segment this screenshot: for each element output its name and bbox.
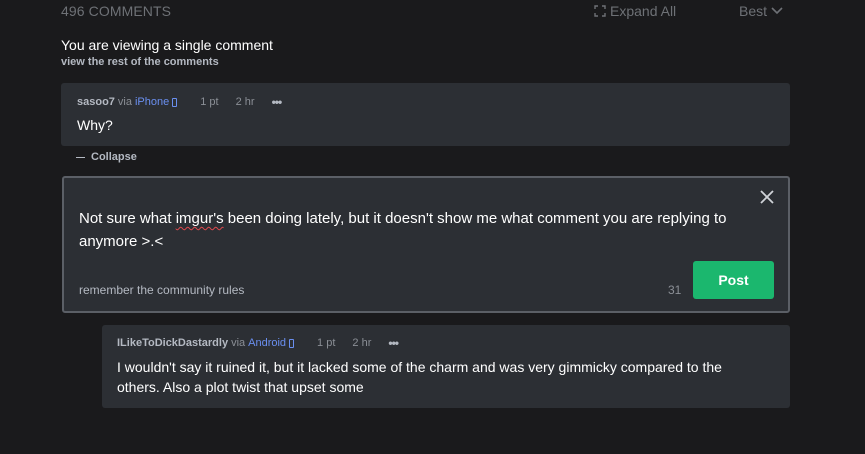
close-icon[interactable] — [759, 189, 775, 205]
collapse-label: Collapse — [91, 151, 137, 163]
comment-meta: sasoo7 via iPhone 1 pt 2 hr ••• — [77, 95, 283, 109]
single-comment-notice: You are viewing a single comment view th… — [61, 37, 273, 69]
expand-icon — [594, 5, 606, 17]
comment-meta: ILikeToDickDastardly via Android 1 pt 2 … — [117, 336, 399, 350]
comment-username[interactable]: sasoo7 — [77, 96, 115, 108]
device-link[interactable]: Android — [248, 337, 286, 349]
comments-count: 496 COMMENTS — [61, 3, 172, 19]
via-label: via — [231, 337, 246, 349]
comment-points: 1 pt — [200, 96, 219, 108]
sort-label: Best — [739, 3, 768, 19]
via-label: via — [117, 96, 132, 108]
comment-card: sasoo7 via iPhone 1 pt 2 hr ••• Why? — [61, 83, 790, 146]
community-rules-link[interactable]: remember the community rules — [79, 283, 244, 297]
comment-text: Why? — [77, 117, 113, 133]
view-rest-link[interactable]: view the rest of the comments — [61, 55, 273, 69]
chevron-down-icon — [771, 7, 783, 15]
sort-dropdown[interactable]: Best — [739, 3, 783, 19]
expand-all-button[interactable]: Expand All — [594, 3, 676, 19]
comment-time: 2 hr — [352, 337, 372, 349]
char-count: 31 — [668, 283, 682, 297]
comment-text: I wouldn't say it ruined it, but it lack… — [117, 359, 722, 395]
minus-icon — [76, 156, 85, 158]
post-button[interactable]: Post — [693, 261, 774, 299]
comment-time: 2 hr — [235, 96, 255, 108]
device-link[interactable]: iPhone — [135, 96, 169, 108]
reply-box[interactable]: Not sure what imgur's been doing lately,… — [62, 176, 790, 313]
more-options-icon[interactable]: ••• — [272, 95, 283, 109]
collapse-button[interactable]: Collapse — [76, 151, 137, 163]
comments-header: 496 COMMENTS Expand All Best — [0, 0, 865, 24]
reply-text-start: Not sure what — [79, 210, 176, 227]
expand-all-label: Expand All — [610, 3, 677, 19]
comment-card: ILikeToDickDastardly via Android 1 pt 2 … — [102, 325, 790, 408]
comment-username[interactable]: ILikeToDickDastardly — [117, 337, 228, 349]
reply-input[interactable]: Not sure what imgur's been doing lately,… — [79, 207, 729, 253]
comment-points: 1 pt — [317, 337, 336, 349]
phone-icon — [172, 97, 178, 107]
single-comment-title: You are viewing a single comment — [61, 37, 273, 53]
misspelled-word: imgur's — [175, 210, 224, 227]
phone-icon — [289, 338, 295, 348]
more-options-icon[interactable]: ••• — [388, 336, 399, 350]
